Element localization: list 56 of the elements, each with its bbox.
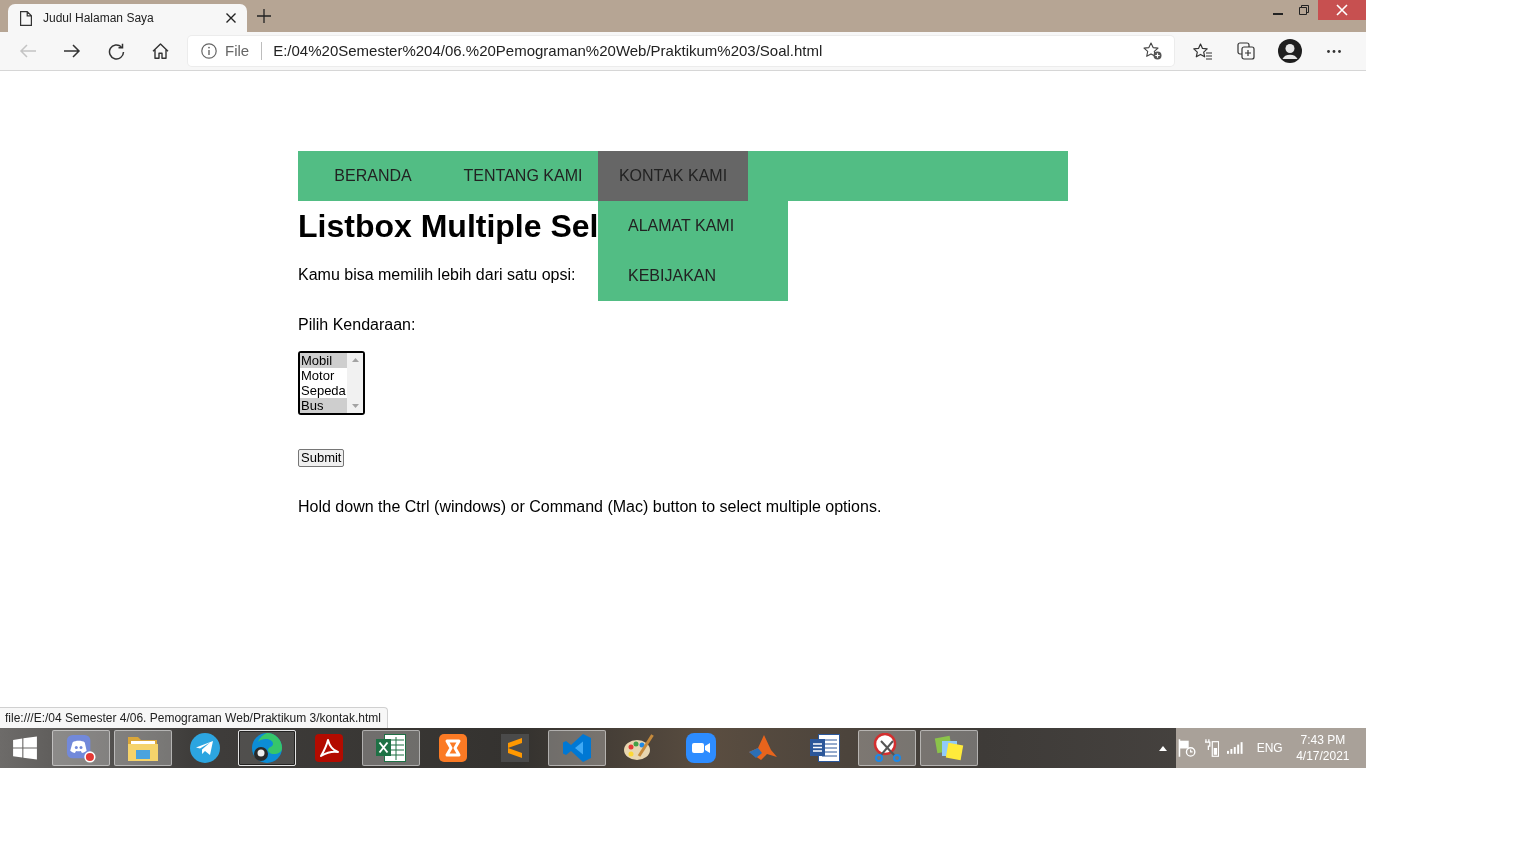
collections-icon[interactable]: [1237, 42, 1255, 60]
battery-icon[interactable]: [1203, 739, 1220, 757]
up-arrow-icon[interactable]: [1159, 745, 1167, 751]
page-heading: Listbox Multiple Sel: [298, 208, 599, 245]
listbox[interactable]: Mobil Motor Sepeda Bus: [298, 351, 365, 415]
add-favorite-icon[interactable]: [1143, 42, 1162, 60]
clock-date: 4/17/2021: [1296, 748, 1350, 764]
paper-plane-icon: [190, 733, 220, 763]
signal-icon[interactable]: [1227, 742, 1243, 754]
intro-text: Kamu bisa memilih lebih dari satu opsi:: [298, 266, 576, 284]
flag-icon[interactable]: [1178, 739, 1196, 757]
url-text: E:/04%20Semester%204/06.%20Pemograman%20Web/Praktikum%203/Soal.html: [273, 42, 823, 60]
chat-app-icon: [66, 733, 96, 763]
nav-link[interactable]: BERANDA: [298, 151, 448, 201]
restore-icon[interactable]: [1299, 5, 1309, 15]
refresh-icon[interactable]: [107, 42, 125, 60]
status-url: file:///E:/04 Semester 4/06. Pemograman Web/Praktikum 3/kontak.html: [0, 707, 388, 728]
browser-icon: [252, 733, 282, 763]
start-icon[interactable]: [12, 735, 38, 761]
video-camera-icon: [686, 733, 716, 763]
spreadsheet-icon: [376, 734, 406, 762]
profile-avatar[interactable]: [1278, 39, 1302, 63]
submit-button[interactable]: Submit: [298, 449, 345, 467]
scissors-icon: [872, 733, 902, 763]
new-tab-icon[interactable]: [257, 9, 271, 23]
page-icon: [20, 10, 32, 26]
tab-title: Judul Halaman Saya: [43, 11, 155, 25]
folder-icon: [128, 735, 158, 761]
code-editor-icon: [501, 734, 529, 762]
forward-icon[interactable]: [63, 44, 81, 58]
peak-surface-icon: [749, 734, 777, 762]
list-option[interactable]: Sepeda: [300, 383, 347, 398]
paint-palette-icon: [624, 734, 654, 762]
clock-time: 7:43 PM: [1300, 732, 1346, 748]
dropdown-item[interactable]: KEBIJAKAN: [598, 251, 788, 301]
list-option[interactable]: Mobil: [300, 353, 347, 368]
more-icon[interactable]: [1327, 49, 1341, 53]
dropdown-item[interactable]: ALAMAT KAMI: [598, 201, 788, 251]
home-icon[interactable]: [151, 43, 169, 59]
sticky-notes-icon: [934, 734, 964, 762]
browser-tab[interactable]: Judul Halaman Saya: [8, 4, 247, 32]
pdf-app-icon: [315, 734, 343, 762]
site-info-label: File: [225, 42, 250, 60]
info-icon[interactable]: [201, 43, 217, 59]
knot-tile-icon: [439, 734, 467, 762]
field-label: Pilih Kendaraan:: [298, 316, 416, 334]
help-text: Hold down the Ctrl (windows) or Command (Mac) button to select multiple options.: [298, 498, 882, 516]
nav-link[interactable]: TENTANG KAMI: [448, 151, 598, 201]
close-icon[interactable]: [226, 13, 236, 23]
list-option[interactable]: Motor: [300, 368, 347, 383]
taskbar-button[interactable]: [238, 730, 296, 766]
list-option[interactable]: Bus: [300, 398, 347, 413]
text-document-icon: [810, 734, 840, 762]
favorites-icon[interactable]: [1192, 42, 1212, 60]
code-editor-icon: [563, 734, 591, 762]
address-bar[interactable]: File E:/04%20Semester%204/06.%20Pemograman%20Web/Praktikum%203/Soal.html: [188, 36, 1174, 66]
